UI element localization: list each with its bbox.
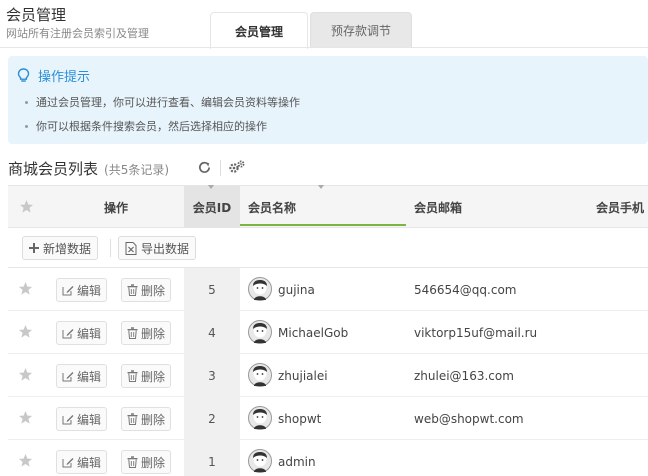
page-title: 会员管理 — [6, 6, 67, 24]
trash-icon — [127, 370, 138, 382]
tips-panel: 操作提示 通过会员管理，你可以进行查看、编辑会员资料等操作 你可以根据条件搜索会… — [8, 56, 648, 144]
table-row: 编辑 删除 4 MichaelGob viktorp15uf@mail.ru — [8, 311, 648, 354]
table-toolbar: 新增数据 导出数据 — [8, 228, 648, 268]
bullet-dot — [25, 100, 28, 104]
edit-label: 编辑 — [77, 369, 102, 384]
star-icon[interactable] — [19, 199, 34, 214]
member-name: admin — [278, 454, 316, 469]
edit-label: 编辑 — [77, 326, 102, 341]
tip-item: 你可以根据条件搜索会员，然后选择相应的操作 — [25, 118, 267, 134]
avatar — [248, 277, 272, 301]
table-row: 编辑 删除 5 gujina 546654@qq.com — [8, 268, 648, 311]
member-id: 5 — [184, 268, 240, 311]
edit-label: 编辑 — [77, 283, 102, 298]
delete-label: 删除 — [141, 455, 166, 470]
star-icon[interactable] — [18, 453, 33, 468]
tips-header[interactable]: 操作提示 — [17, 66, 90, 85]
star-icon[interactable] — [18, 324, 33, 339]
member-name: gujina — [278, 282, 315, 297]
edit-label: 编辑 — [77, 455, 102, 470]
sort-indicator — [318, 185, 324, 189]
add-data-button[interactable]: 新增数据 — [22, 236, 99, 260]
sort-indicator — [208, 185, 214, 189]
delete-button[interactable]: 删除 — [121, 278, 172, 302]
edit-button[interactable]: 编辑 — [56, 278, 108, 302]
table-row: 编辑 删除 1 admin — [8, 440, 648, 476]
trash-icon — [127, 413, 138, 425]
star-icon[interactable] — [18, 410, 33, 425]
export-data-button[interactable]: 导出数据 — [118, 236, 197, 260]
member-name: shopwt — [278, 411, 322, 426]
trash-icon — [127, 456, 138, 468]
member-id: 1 — [184, 440, 240, 476]
table-header-row: 操作 会员ID 会员名称 会员邮箱 会员手机 — [8, 185, 648, 228]
add-data-label: 新增数据 — [43, 241, 92, 256]
list-heading: 商城会员列表 (共5条记录) — [8, 158, 169, 179]
member-id: 4 — [184, 311, 240, 354]
delete-label: 删除 — [141, 283, 166, 298]
page-subtitle: 网站所有注册会员索引及管理 — [6, 27, 149, 40]
member-id: 3 — [184, 354, 240, 397]
edit-icon — [62, 415, 74, 425]
member-name: zhujialei — [278, 368, 328, 383]
sort-underline — [240, 224, 406, 226]
column-header-phone[interactable]: 会员手机 — [596, 186, 644, 228]
tab-deposit-adjust[interactable]: 预存款调节 — [310, 12, 412, 48]
toolbar-separator — [220, 160, 221, 176]
edit-button[interactable]: 编辑 — [56, 450, 108, 474]
export-data-label: 导出数据 — [141, 241, 190, 256]
list-title: 商城会员列表 — [8, 160, 99, 178]
edit-icon — [62, 372, 74, 382]
lightbulb-icon — [17, 68, 30, 82]
column-header-name[interactable]: 会员名称 — [248, 186, 296, 228]
toolbar-divider — [110, 239, 111, 257]
delete-button[interactable]: 删除 — [121, 407, 172, 431]
delete-label: 删除 — [141, 412, 166, 427]
refresh-icon[interactable] — [197, 160, 212, 175]
delete-button[interactable]: 删除 — [121, 321, 172, 345]
delete-button[interactable]: 删除 — [121, 364, 172, 388]
trash-icon — [127, 327, 138, 339]
star-icon[interactable] — [18, 281, 33, 296]
bullet-dot — [25, 124, 28, 128]
member-email: viktorp15uf@mail.ru — [414, 325, 538, 340]
edit-button[interactable]: 编辑 — [56, 407, 108, 431]
member-email: web@shopwt.com — [414, 411, 524, 426]
edit-button[interactable]: 编辑 — [56, 321, 108, 345]
tip-item: 通过会员管理，你可以进行查看、编辑会员资料等操作 — [25, 94, 300, 110]
plus-icon — [29, 243, 39, 253]
edit-icon — [62, 458, 74, 468]
column-header-id[interactable]: 会员ID — [184, 186, 240, 228]
export-file-icon — [125, 241, 137, 255]
member-id: 2 — [184, 397, 240, 440]
tips-title: 操作提示 — [38, 70, 91, 85]
member-email: 546654@qq.com — [414, 282, 517, 297]
member-name: MichaelGob — [278, 325, 349, 340]
avatar — [248, 320, 272, 344]
trash-icon — [127, 284, 138, 296]
column-header-action: 操作 — [104, 200, 129, 215]
edit-button[interactable]: 编辑 — [56, 364, 108, 388]
tip-text: 你可以根据条件搜索会员，然后选择相应的操作 — [36, 120, 267, 133]
edit-label: 编辑 — [77, 412, 102, 427]
edit-icon — [62, 286, 74, 296]
delete-label: 删除 — [141, 369, 166, 384]
star-icon[interactable] — [18, 367, 33, 382]
table-row: 编辑 删除 3 zhujialei zhulei@163.com — [8, 354, 648, 397]
delete-button[interactable]: 删除 — [121, 450, 172, 474]
tip-text: 通过会员管理，你可以进行查看、编辑会员资料等操作 — [36, 96, 300, 109]
column-header-email[interactable]: 会员邮箱 — [414, 186, 462, 228]
avatar — [248, 406, 272, 430]
record-count: (共5条记录) — [104, 163, 170, 177]
table-row: 编辑 删除 2 shopwt web@shopwt.com — [8, 397, 648, 440]
delete-label: 删除 — [141, 326, 166, 341]
tab-member-manage[interactable]: 会员管理 — [210, 12, 308, 49]
member-table: 操作 会员ID 会员名称 会员邮箱 会员手机 新增数据 导出数据 编辑 删除 5… — [8, 185, 648, 476]
columns-settings-icon[interactable] — [228, 159, 246, 175]
avatar — [248, 363, 272, 387]
tab-divider — [0, 47, 648, 48]
member-email: zhulei@163.com — [414, 368, 514, 383]
edit-icon — [62, 329, 74, 339]
avatar — [248, 449, 272, 473]
